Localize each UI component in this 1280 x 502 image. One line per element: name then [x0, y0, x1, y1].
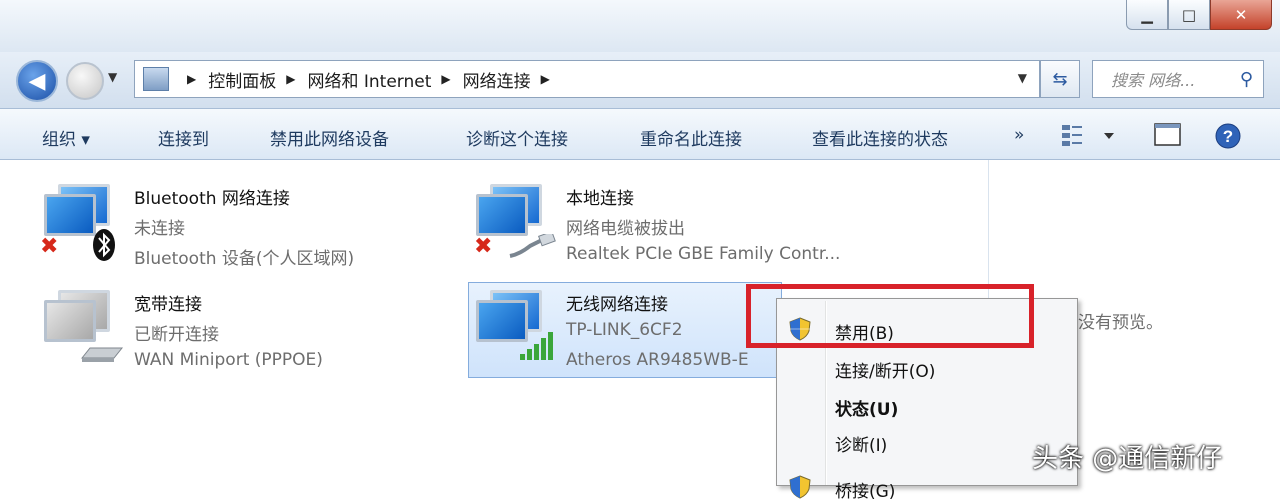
change-view-icon[interactable] — [1060, 123, 1120, 147]
view-status-button[interactable]: 查看此连接的状态 — [812, 125, 948, 150]
forward-button[interactable] — [66, 62, 104, 100]
chevron-right-icon[interactable]: ▶ — [187, 72, 196, 86]
connection-device: Bluetooth 设备(个人区域网) — [134, 249, 355, 269]
network-computer-icon: ✖ — [474, 184, 556, 259]
network-computer-icon: ✖ — [40, 184, 115, 261]
connection-item-broadband[interactable]: 宽带连接 已断开连接 WAN Miniport (PPPOE) — [44, 290, 444, 380]
connection-device: Atheros AR9485WB-E — [566, 350, 749, 370]
connection-device: WAN Miniport (PPPOE) — [134, 350, 323, 370]
diagnose-button[interactable]: 诊断这个连接 — [466, 125, 568, 150]
connection-item-bluetooth[interactable]: ✖ Bluetooth 网络连接 未连接 Bluetooth 设备(个人区域网) — [40, 184, 444, 274]
navigation-bar: ◀ ▼ ▶ 控制面板 ▶ 网络和 Internet ▶ 网络连接 ▶ ▼ ⇆ 搜… — [0, 52, 1280, 108]
breadcrumb-network-connections[interactable]: 网络连接 — [463, 67, 531, 92]
ethernet-cable-icon — [509, 234, 556, 258]
network-folder-icon — [143, 67, 169, 91]
network-computer-icon — [44, 290, 124, 362]
back-button[interactable]: ◀ — [16, 60, 58, 102]
maximize-button[interactable]: □ — [1168, 0, 1210, 30]
connection-status: 未连接 — [134, 219, 185, 239]
help-icon[interactable]: ? — [1214, 123, 1242, 151]
arrow-left-icon: ◀ — [28, 68, 46, 94]
chevron-right-icon[interactable]: ▶ — [286, 72, 295, 86]
search-box[interactable]: 搜索 网络... ⚲ — [1092, 60, 1264, 98]
breadcrumb: ▶ 控制面板 ▶ 网络和 Internet ▶ 网络连接 ▶ — [177, 67, 562, 92]
breadcrumb-control-panel[interactable]: 控制面板 — [208, 67, 276, 92]
disconnected-x-icon: ✖ — [40, 234, 59, 259]
connection-device: Realtek PCIe GBE Family Contr... — [566, 244, 841, 264]
rename-button[interactable]: 重命名此连接 — [640, 125, 742, 150]
chevron-right-icon[interactable]: ▶ — [441, 72, 450, 86]
connection-name: Bluetooth 网络连接 — [134, 189, 290, 209]
chevron-right-icon[interactable]: ▶ — [541, 72, 550, 86]
modem-icon — [80, 347, 124, 362]
connection-status: 网络电缆被拔出 — [566, 219, 685, 239]
menu-item-status[interactable]: 状态(U) — [835, 395, 898, 420]
disable-device-button[interactable]: 禁用此网络设备 — [270, 125, 389, 150]
search-icon[interactable]: ⚲ — [1240, 69, 1253, 90]
uac-shield-icon — [789, 475, 811, 499]
command-toolbar: 组织 ▾ 连接到 禁用此网络设备 诊断这个连接 重命名此连接 查看此连接的状态 … — [0, 108, 1280, 160]
window-controls: ▁ □ ✕ — [1126, 0, 1272, 36]
recent-pages-dropdown[interactable]: ▼ — [108, 70, 117, 84]
more-commands-button[interactable]: » — [1014, 125, 1024, 145]
watermark: 头条 @通信新仔 — [1032, 444, 1223, 474]
organize-button[interactable]: 组织 ▾ — [42, 125, 90, 150]
minimize-button[interactable]: ▁ — [1126, 0, 1168, 30]
menu-item-bridge[interactable]: 桥接(G) — [835, 477, 895, 502]
connect-to-button[interactable]: 连接到 — [158, 125, 209, 150]
wifi-signal-icon — [520, 332, 553, 360]
search-input[interactable]: 搜索 网络... — [1111, 67, 1240, 91]
menu-item-diagnose[interactable]: 诊断(I) — [835, 431, 887, 456]
connection-status: TP-LINK_6CF2 — [566, 320, 683, 340]
connection-item-local[interactable]: ✖ 本地连接 网络电缆被拔出 Realtek PCIe GBE Family C… — [474, 184, 896, 274]
refresh-icon: ⇆ — [1052, 68, 1068, 90]
preview-pane-text: 没有预览。 — [1078, 313, 1163, 333]
menu-item-connect-disconnect[interactable]: 连接/断开(O) — [835, 357, 935, 382]
address-dropdown[interactable]: ▼ — [1018, 71, 1027, 85]
title-bar: ▁ □ ✕ — [0, 0, 1280, 56]
refresh-button[interactable]: ⇆ — [1040, 60, 1080, 98]
connection-name: 宽带连接 — [134, 295, 202, 315]
connection-status: 已断开连接 — [134, 325, 219, 345]
bluetooth-icon — [93, 229, 115, 261]
preview-pane-icon[interactable] — [1154, 123, 1182, 147]
network-computer-icon — [476, 290, 553, 360]
connection-name: 本地连接 — [566, 189, 634, 209]
connection-item-wireless[interactable]: 无线网络连接 TP-LINK_6CF2 Atheros AR9485WB-E — [476, 290, 776, 380]
disconnected-x-icon: ✖ — [474, 234, 493, 259]
svg-text:?: ? — [1223, 127, 1233, 146]
breadcrumb-network-internet[interactable]: 网络和 Internet — [307, 67, 431, 92]
address-bar[interactable]: ▶ 控制面板 ▶ 网络和 Internet ▶ 网络连接 ▶ ▼ — [134, 60, 1040, 98]
close-button[interactable]: ✕ — [1210, 0, 1272, 30]
highlight-annotation-box — [746, 284, 1034, 348]
connection-name: 无线网络连接 — [566, 295, 668, 315]
